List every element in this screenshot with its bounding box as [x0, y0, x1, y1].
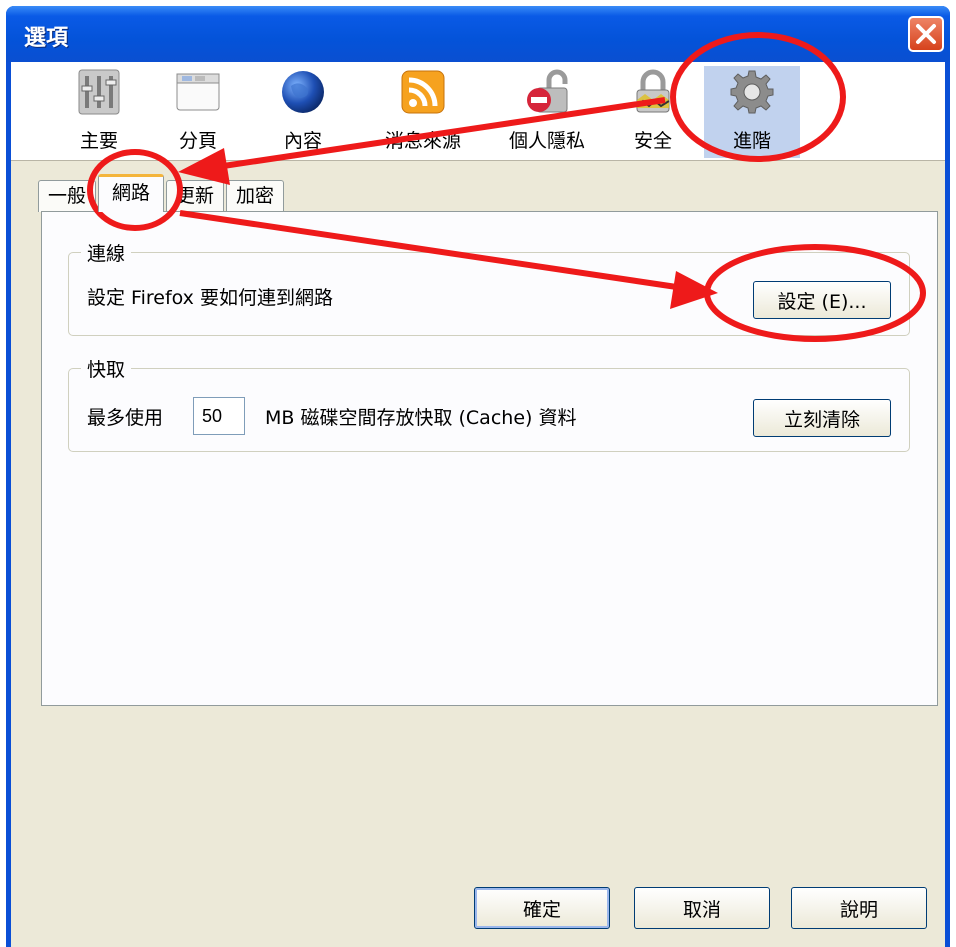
tabs-window-icon	[176, 73, 220, 111]
pane-feeds[interactable]: 消息來源	[367, 66, 479, 158]
tab-update[interactable]: 更新	[166, 180, 224, 212]
pane-feeds-label: 消息來源	[384, 130, 461, 152]
cache-prefix-label: 最多使用	[87, 407, 164, 429]
cache-caption: 快取	[81, 355, 132, 382]
pane-privacy-label: 個人隱私	[508, 130, 585, 152]
cache-size-input[interactable]	[193, 397, 245, 435]
security-lock-icon	[636, 69, 670, 113]
pane-tabs[interactable]: 分頁	[150, 66, 246, 158]
tab-general[interactable]: 一般	[38, 180, 96, 212]
pane-main-label: 主要	[79, 130, 118, 152]
tab-network-label: 網路	[111, 182, 150, 204]
pane-content-label: 內容	[283, 130, 322, 152]
tab-encryption-label: 加密	[235, 185, 274, 207]
pane-security[interactable]: 安全	[605, 66, 701, 158]
ok-button[interactable]: 確定	[474, 887, 610, 929]
cancel-button[interactable]: 取消	[634, 887, 770, 929]
pane-tabs-label: 分頁	[178, 130, 217, 152]
title-bar[interactable]: 選項	[6, 6, 950, 62]
cache-group: 快取 最多使用 MB 磁碟空間存放快取 (Cache) 資料 立刻清除	[68, 355, 910, 452]
pane-advanced[interactable]: 進階	[704, 66, 800, 158]
privacy-lock-icon	[527, 69, 568, 113]
window-title: 選項	[24, 26, 69, 51]
pane-security-label: 安全	[633, 130, 672, 152]
close-icon	[916, 24, 936, 44]
pane-toolbar: 主要 分頁 內容 消息來源 個人隱私 安全 進階	[11, 62, 945, 161]
cache-suffix-label: MB 磁碟空間存放快取 (Cache) 資料	[265, 407, 577, 429]
close-button[interactable]	[908, 16, 944, 52]
connection-settings-button[interactable]: 設定 (E)...	[753, 281, 891, 319]
connection-caption: 連線	[81, 239, 132, 266]
help-button[interactable]: 說明	[791, 887, 927, 929]
tab-panel-network: 連線 設定 Firefox 要如何連到網路 設定 (E)... 快取 最多使用 …	[41, 211, 938, 706]
pane-privacy[interactable]: 個人隱私	[491, 66, 603, 158]
dialog-client: 主要 分頁 內容 消息來源 個人隱私 安全 進階 一般 網路 更新 加密 連線 …	[11, 62, 945, 947]
tab-network[interactable]: 網路	[98, 174, 164, 212]
tab-update-label: 更新	[175, 185, 214, 207]
gear-icon	[730, 70, 774, 114]
main-settings-icon	[78, 69, 120, 115]
pane-main[interactable]: 主要	[51, 66, 147, 158]
content-globe-icon	[282, 71, 324, 113]
connection-description: 設定 Firefox 要如何連到網路	[87, 287, 333, 309]
options-dialog: 選項 主要 分頁 內容 消息來源 個人隱私 安全 進階 一般 網路 更新 加密 …	[6, 6, 950, 947]
pane-advanced-label: 進階	[732, 130, 771, 152]
clear-cache-button[interactable]: 立刻清除	[753, 399, 891, 437]
tab-encryption[interactable]: 加密	[226, 180, 284, 212]
tab-general-label: 一般	[47, 185, 86, 207]
pane-content[interactable]: 內容	[255, 66, 351, 158]
connection-group: 連線 設定 Firefox 要如何連到網路 設定 (E)...	[68, 239, 910, 336]
rss-feed-icon	[401, 70, 445, 114]
